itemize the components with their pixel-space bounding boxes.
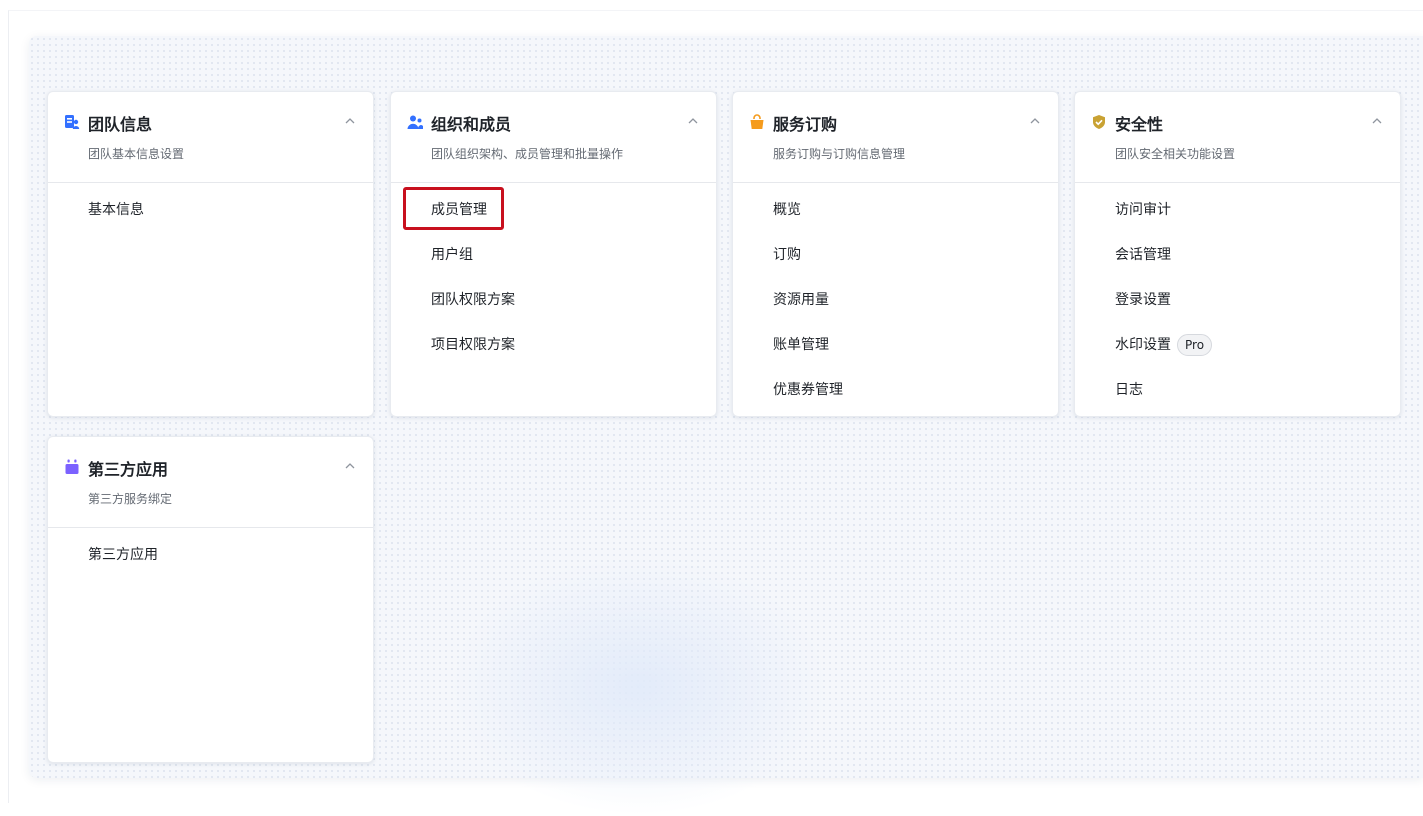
chevron-up-icon[interactable] — [343, 114, 357, 128]
menu-item-team-permission-schemes[interactable]: 团队权限方案 — [431, 289, 716, 334]
menu-item-label[interactable]: 第三方应用 — [88, 547, 158, 563]
chevron-up-icon[interactable] — [1370, 114, 1384, 128]
menu-item-label[interactable]: 资源用量 — [773, 292, 829, 308]
card-title: 第三方应用 — [88, 460, 169, 479]
card-item-list: 基本信息 — [48, 183, 373, 244]
menu-item-third-party-apps[interactable]: 第三方应用 — [88, 544, 373, 589]
card-header[interactable]: 组织和成员 团队组织架构、成员管理和批量操作 — [391, 92, 716, 183]
background-glow — [449, 556, 829, 816]
shopping-bag-icon — [749, 114, 765, 130]
menu-item-session-management[interactable]: 会话管理 — [1115, 244, 1400, 289]
menu-item-resource-usage[interactable]: 资源用量 — [773, 289, 1058, 334]
menu-item-logs[interactable]: 日志 — [1115, 379, 1400, 424]
menu-item-label[interactable]: 会话管理 — [1115, 247, 1171, 263]
shield-icon — [1091, 114, 1107, 130]
menu-item-member-management[interactable]: 成员管理 — [403, 187, 716, 244]
card-third-party-apps: 第三方应用 第三方服务绑定 第三方应用 — [47, 436, 374, 763]
menu-item-label[interactable]: 订购 — [773, 247, 801, 263]
card-header[interactable]: 服务订购 服务订购与订购信息管理 — [733, 92, 1058, 183]
card-subtitle: 团队组织架构、成员管理和批量操作 — [431, 147, 624, 161]
card-item-list: 访问审计 会话管理 登录设置 水印设置 Pro 日志 — [1075, 183, 1400, 424]
menu-item-watermark-settings[interactable]: 水印设置 Pro — [1115, 334, 1400, 379]
card-org-members: 组织和成员 团队组织架构、成员管理和批量操作 成员管理 用户组 团队权限方案 项… — [390, 91, 717, 417]
card-team-info: 团队信息 团队基本信息设置 基本信息 — [47, 91, 374, 417]
menu-item-billing[interactable]: 账单管理 — [773, 334, 1058, 379]
chevron-up-icon[interactable] — [343, 459, 357, 473]
card-title: 组织和成员 — [431, 115, 512, 134]
menu-item-label[interactable]: 登录设置 — [1115, 292, 1171, 308]
card-title: 团队信息 — [88, 115, 153, 134]
card-title: 服务订购 — [773, 115, 838, 134]
menu-item-subscribe[interactable]: 订购 — [773, 244, 1058, 289]
menu-item-basic-info[interactable]: 基本信息 — [88, 199, 373, 244]
chevron-up-icon[interactable] — [1028, 114, 1042, 128]
card-subtitle: 服务订购与订购信息管理 — [773, 147, 906, 161]
menu-item-overview[interactable]: 概览 — [773, 199, 1058, 244]
menu-item-user-groups[interactable]: 用户组 — [431, 244, 716, 289]
card-header[interactable]: 团队信息 团队基本信息设置 — [48, 92, 373, 183]
pro-badge: Pro — [1177, 334, 1213, 356]
highlight-box — [403, 187, 504, 230]
menu-item-project-permission-schemes[interactable]: 项目权限方案 — [431, 334, 716, 379]
menu-item-label[interactable]: 优惠券管理 — [773, 382, 843, 398]
menu-item-label[interactable]: 访问审计 — [1115, 202, 1171, 218]
menu-item-label[interactable]: 团队权限方案 — [431, 292, 515, 308]
menu-item-label[interactable]: 账单管理 — [773, 337, 829, 353]
menu-item-label[interactable]: 基本信息 — [88, 202, 144, 218]
menu-item-label[interactable]: 日志 — [1115, 382, 1143, 398]
card-item-list: 第三方应用 — [48, 528, 373, 589]
team-info-icon — [64, 114, 80, 130]
menu-item-label[interactable]: 用户组 — [431, 247, 473, 263]
chevron-up-icon[interactable] — [686, 114, 700, 128]
menu-item-label[interactable]: 水印设置 — [1115, 337, 1171, 353]
card-service-subscription: 服务订购 服务订购与订购信息管理 概览 订购 资源用量 账单管理 优惠券管理 — [732, 91, 1059, 417]
card-item-list: 概览 订购 资源用量 账单管理 优惠券管理 — [733, 183, 1058, 424]
card-subtitle: 团队基本信息设置 — [88, 147, 185, 161]
menu-item-login-settings[interactable]: 登录设置 — [1115, 289, 1400, 334]
card-subtitle: 团队安全相关功能设置 — [1115, 147, 1236, 161]
menu-item-coupons[interactable]: 优惠券管理 — [773, 379, 1058, 424]
settings-panel: 团队信息 团队基本信息设置 基本信息 组织和成员 团队组织架构、成员管理和批量操… — [29, 36, 1423, 816]
card-item-list: 成员管理 用户组 团队权限方案 项目权限方案 — [391, 183, 716, 379]
card-security: 安全性 团队安全相关功能设置 访问审计 会话管理 登录设置 水印设置 Pro 日志 — [1074, 91, 1401, 417]
members-icon — [407, 114, 423, 130]
card-title: 安全性 — [1115, 115, 1164, 134]
card-header[interactable]: 安全性 团队安全相关功能设置 — [1075, 92, 1400, 183]
menu-item-label[interactable]: 项目权限方案 — [431, 337, 515, 353]
menu-item-access-audit[interactable]: 访问审计 — [1115, 199, 1400, 244]
menu-item-label[interactable]: 概览 — [773, 202, 801, 218]
card-header[interactable]: 第三方应用 第三方服务绑定 — [48, 437, 373, 528]
apps-icon — [64, 459, 80, 475]
card-subtitle: 第三方服务绑定 — [88, 492, 173, 506]
